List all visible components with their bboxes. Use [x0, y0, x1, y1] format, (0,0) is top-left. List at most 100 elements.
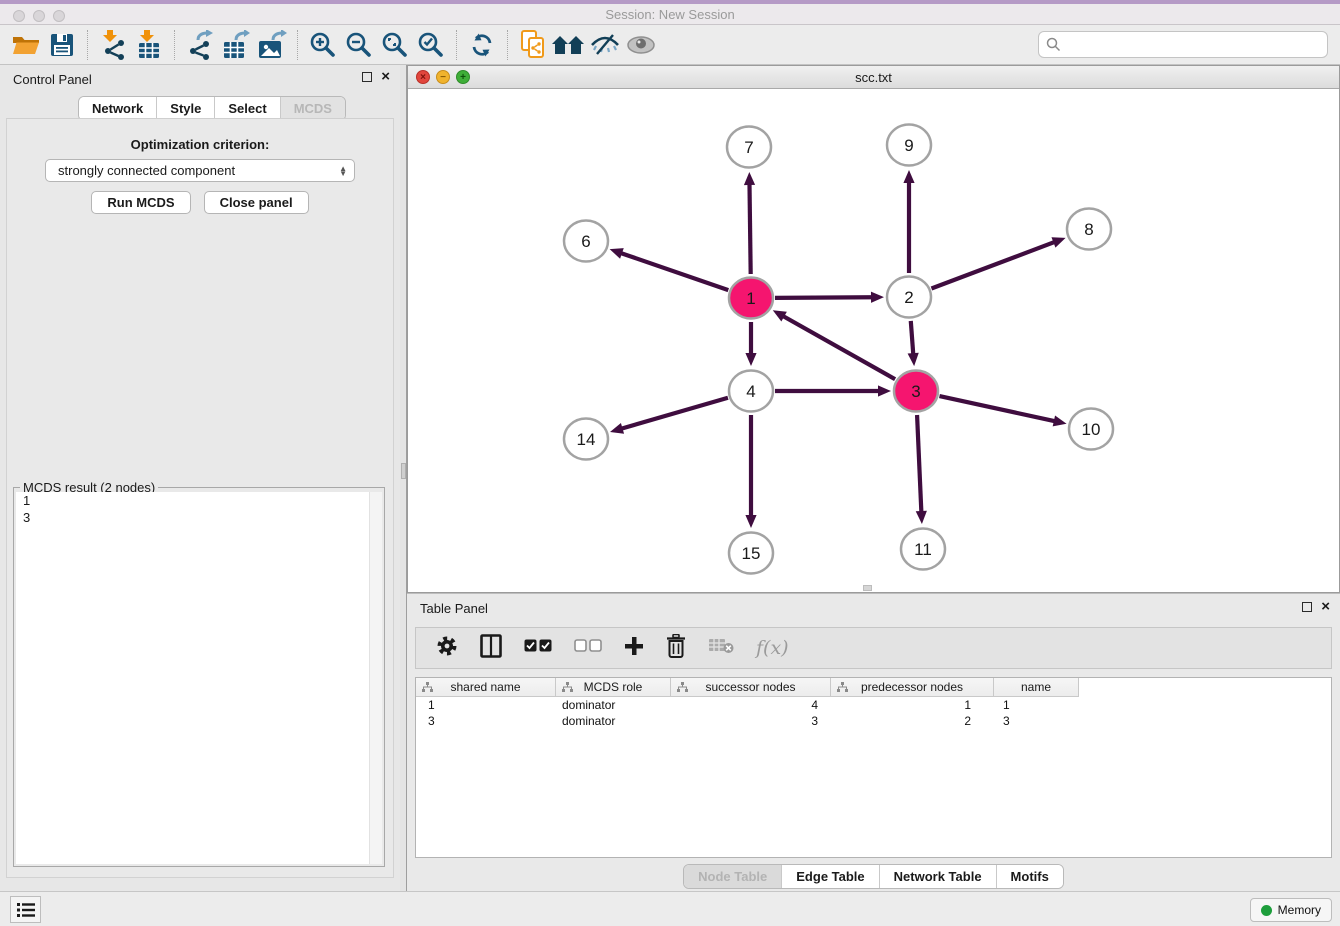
- node-label: 7: [744, 138, 753, 157]
- copy-network-icon[interactable]: [515, 28, 551, 62]
- task-history-button[interactable]: [10, 896, 41, 923]
- cell-predecessor-nodes[interactable]: 2: [831, 713, 994, 729]
- network-view-window: × − + scc.txt 7 9 6 8 1 2 4 3 14 10 15 11: [407, 65, 1340, 593]
- column-header-predecessor-nodes[interactable]: predecessor nodes: [831, 678, 994, 697]
- edge-arrowhead: [871, 292, 884, 303]
- memory-button[interactable]: Memory: [1250, 898, 1332, 922]
- save-session-icon[interactable]: [44, 28, 80, 62]
- toolbar-separator: [507, 30, 508, 60]
- function-builder-icon[interactable]: f(x): [756, 637, 789, 659]
- graph-edge[interactable]: [916, 415, 927, 524]
- table-row[interactable]: 1 dominator 4 1 1: [416, 697, 1331, 713]
- memory-label: Memory: [1278, 903, 1321, 917]
- graph-node[interactable]: 11: [901, 529, 945, 570]
- graph-edge[interactable]: [610, 398, 728, 434]
- graph-edge[interactable]: [931, 237, 1065, 288]
- close-panel-button[interactable]: Close panel: [204, 191, 309, 214]
- import-table-icon[interactable]: [131, 28, 167, 62]
- graph-node[interactable]: 6: [564, 221, 608, 262]
- graph-edge[interactable]: [744, 172, 755, 274]
- export-table-icon[interactable]: [218, 28, 254, 62]
- vertical-splitter[interactable]: [400, 65, 407, 891]
- graph-node[interactable]: 9: [887, 125, 931, 166]
- graph-node[interactable]: 7: [727, 127, 771, 168]
- table-settings-gear-icon[interactable]: [436, 635, 458, 662]
- tab-node-table[interactable]: Node Table: [684, 865, 782, 888]
- graph-node[interactable]: 1: [729, 278, 773, 319]
- graph-node[interactable]: 15: [729, 533, 773, 574]
- search-box[interactable]: [1038, 31, 1328, 58]
- table-panel-close-icon[interactable]: ×: [1321, 601, 1330, 613]
- table-panel-float-icon[interactable]: [1302, 602, 1312, 612]
- refresh-icon[interactable]: [464, 28, 500, 62]
- graph-node[interactable]: 3: [894, 371, 938, 412]
- tab-network[interactable]: Network: [79, 97, 157, 120]
- tab-style[interactable]: Style: [157, 97, 215, 120]
- edge-arrowhead: [878, 385, 891, 396]
- cell-name[interactable]: 3: [994, 713, 1079, 729]
- home-layouts-icon[interactable]: [551, 28, 587, 62]
- delete-table-icon[interactable]: [708, 637, 734, 659]
- delete-column-trash-icon[interactable]: [666, 634, 686, 663]
- cell-mcds-role[interactable]: dominator: [556, 713, 671, 729]
- cell-name[interactable]: 1: [994, 697, 1079, 713]
- tab-select[interactable]: Select: [215, 97, 280, 120]
- result-scrollbar[interactable]: [369, 492, 382, 864]
- tab-network-table[interactable]: Network Table: [880, 865, 997, 888]
- export-image-icon[interactable]: [254, 28, 290, 62]
- hide-selected-eye-icon[interactable]: [587, 28, 623, 62]
- graph-edge[interactable]: [610, 248, 729, 290]
- column-header-mcds-role[interactable]: MCDS role: [556, 678, 671, 697]
- graph-node[interactable]: 8: [1067, 209, 1111, 250]
- search-input[interactable]: [1061, 34, 1327, 56]
- cell-predecessor-nodes[interactable]: 1: [831, 697, 994, 713]
- column-header-successor-nodes[interactable]: successor nodes: [671, 678, 831, 697]
- table-row[interactable]: 3 dominator 3 2 3: [416, 713, 1331, 729]
- column-header-name[interactable]: name: [994, 678, 1079, 697]
- graph-node[interactable]: 10: [1069, 409, 1113, 450]
- import-network-icon[interactable]: [95, 28, 131, 62]
- panel-close-icon[interactable]: ×: [381, 71, 390, 83]
- unselect-all-columns-icon[interactable]: [574, 639, 602, 657]
- cell-shared-name[interactable]: 3: [416, 713, 556, 729]
- graph-edge[interactable]: [745, 415, 756, 528]
- tab-mcds[interactable]: MCDS: [281, 97, 345, 120]
- optimization-criterion-select[interactable]: strongly connected component ▲▼: [45, 159, 355, 182]
- network-canvas-svg: 7 9 6 8 1 2 4 3 14 10 15 11: [408, 89, 1339, 592]
- panel-float-icon[interactable]: [362, 72, 372, 82]
- cell-mcds-role[interactable]: dominator: [556, 697, 671, 713]
- graph-edge[interactable]: [903, 170, 914, 273]
- export-network-icon[interactable]: [182, 28, 218, 62]
- create-column-plus-icon[interactable]: [624, 636, 644, 661]
- graph-edge[interactable]: [773, 310, 895, 379]
- graph-node[interactable]: 2: [887, 277, 931, 318]
- graph-edge[interactable]: [745, 322, 756, 366]
- tab-motifs[interactable]: Motifs: [997, 865, 1063, 888]
- zoom-out-icon[interactable]: [341, 28, 377, 62]
- select-all-columns-icon[interactable]: [524, 639, 552, 657]
- graph-edge[interactable]: [775, 292, 884, 303]
- network-canvas[interactable]: 7 9 6 8 1 2 4 3 14 10 15 11: [408, 89, 1339, 592]
- horizontal-splitter-handle[interactable]: [863, 585, 872, 591]
- tab-edge-table[interactable]: Edge Table: [782, 865, 879, 888]
- network-window-titlebar[interactable]: × − + scc.txt: [408, 66, 1339, 89]
- zoom-selected-icon[interactable]: [413, 28, 449, 62]
- graph-edge[interactable]: [939, 396, 1066, 426]
- node-table[interactable]: shared name MCDS role successor nodes pr…: [415, 677, 1332, 858]
- open-file-icon[interactable]: [8, 28, 44, 62]
- zoom-in-icon[interactable]: [305, 28, 341, 62]
- zoom-fit-icon[interactable]: [377, 28, 413, 62]
- cell-shared-name[interactable]: 1: [416, 697, 556, 713]
- column-header-shared-name[interactable]: shared name: [416, 678, 556, 697]
- run-mcds-button[interactable]: Run MCDS: [91, 191, 190, 214]
- cell-successor-nodes[interactable]: 4: [671, 697, 831, 713]
- show-column-panel-icon[interactable]: [480, 634, 502, 663]
- table-panel: Table Panel ×: [407, 593, 1340, 891]
- graph-edge[interactable]: [908, 321, 919, 366]
- graph-edge[interactable]: [775, 385, 891, 396]
- cell-successor-nodes[interactable]: 3: [671, 713, 831, 729]
- show-all-eye-icon[interactable]: [623, 28, 659, 62]
- graph-node[interactable]: 4: [729, 371, 773, 412]
- mcds-result-textarea[interactable]: 1 3: [16, 492, 382, 864]
- graph-node[interactable]: 14: [564, 419, 608, 460]
